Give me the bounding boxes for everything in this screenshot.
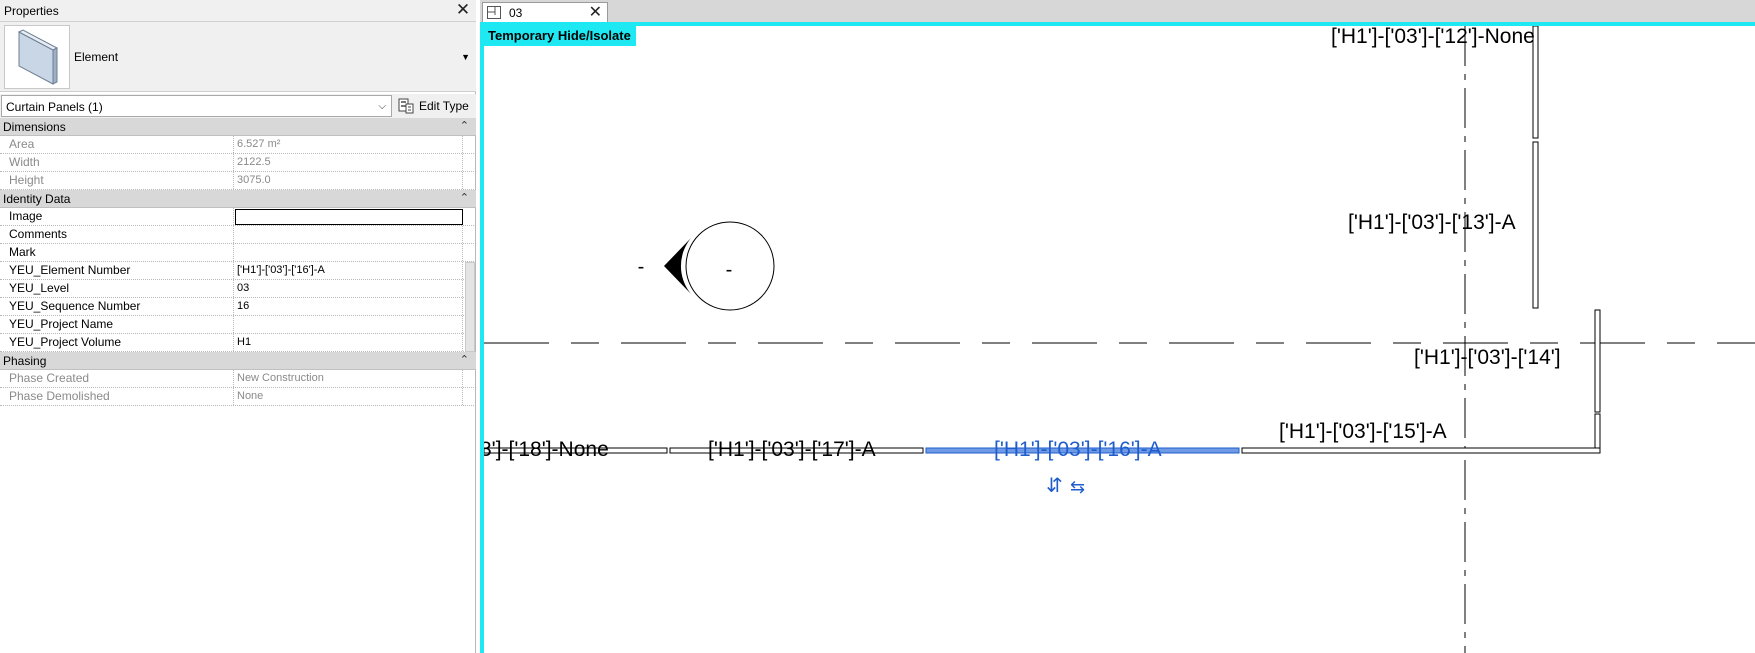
property-name: YEU_Level xyxy=(0,280,234,297)
property-row-sequence-number: YEU_Sequence Number 16 xyxy=(0,298,476,316)
tag-panel-13[interactable]: ['H1']-['03']-['13']-A xyxy=(1348,211,1516,234)
property-name: Area xyxy=(0,136,234,153)
collapse-icon[interactable]: ⌃ xyxy=(460,119,469,132)
edit-type-icon xyxy=(398,98,414,114)
view-tab-03[interactable]: 03 ✕ xyxy=(482,2,608,22)
property-row-image: Image xyxy=(0,208,476,226)
type-name: Element xyxy=(74,50,119,64)
filter-row: Curtain Panels (1) ⌵ Edit Type xyxy=(0,94,476,118)
group-label: Phasing xyxy=(3,354,47,368)
curtain-panel-14[interactable] xyxy=(1594,309,1601,413)
property-row-mark: Mark xyxy=(0,244,476,262)
property-name: Height xyxy=(0,172,234,189)
property-row-height: Height 3075.0 xyxy=(0,172,476,190)
property-row-level: YEU_Level 03 xyxy=(0,280,476,298)
tag-panel-17[interactable]: ['H1']-['03']-['17']-A xyxy=(708,438,876,461)
collapse-icon[interactable]: ⌃ xyxy=(460,353,469,366)
image-field[interactable] xyxy=(235,209,463,225)
drawing-canvas[interactable]: - - ['H1']-['03']-['12']-None ['H1']-['0… xyxy=(484,26,1755,653)
property-row-element-number: YEU_Element Number ['H1']-['03']-['16']-… xyxy=(0,262,476,280)
elevation-mark[interactable]: - - xyxy=(638,221,775,311)
comments-field[interactable] xyxy=(235,226,463,243)
elevation-mark-inner-text: - xyxy=(726,259,733,281)
property-value: 2122.5 xyxy=(235,154,463,171)
property-name: Mark xyxy=(0,244,234,261)
tag-panel-14[interactable]: ['H1']-['03']-['14'] xyxy=(1414,346,1561,369)
property-name: Phase Created xyxy=(0,370,234,387)
properties-title: Properties xyxy=(4,4,59,18)
property-row-phase-created: Phase Created New Construction xyxy=(0,370,476,388)
type-dropdown-arrow-icon[interactable]: ▼ xyxy=(461,52,470,62)
tag-panel-15[interactable]: ['H1']-['03']-['15']-A xyxy=(1279,420,1447,443)
project-volume-field[interactable]: H1 xyxy=(235,334,463,351)
properties-scrollbar[interactable] xyxy=(465,262,475,352)
level-field[interactable]: 03 xyxy=(235,280,463,297)
flip-vertical-icon[interactable]: ⇵ xyxy=(1046,475,1063,497)
collapse-icon[interactable]: ⌃ xyxy=(460,191,469,204)
property-value: 6.527 m² xyxy=(235,136,463,153)
property-row-comments: Comments xyxy=(0,226,476,244)
floor-plan-icon xyxy=(487,6,501,19)
tag-panel-12[interactable]: ['H1']-['03']-['12']-None xyxy=(1331,26,1535,48)
properties-title-bar: Properties ✕ xyxy=(0,0,476,22)
property-name: YEU_Element Number xyxy=(0,262,234,279)
property-value: New Construction xyxy=(235,370,463,387)
drawing-area[interactable]: - - ['H1']-['03']-['12']-None ['H1']-['0… xyxy=(480,22,1755,653)
project-name-field[interactable] xyxy=(235,316,463,333)
property-name: Image xyxy=(0,208,234,225)
property-row-area: Area 6.527 m² xyxy=(0,136,476,154)
group-label: Dimensions xyxy=(3,120,66,134)
properties-palette: Properties ✕ Element ▼ Curtain Panels (1… xyxy=(0,0,476,653)
property-row-project-name: YEU_Project Name xyxy=(0,316,476,334)
property-value: 3075.0 xyxy=(235,172,463,189)
group-dimensions[interactable]: Dimensions ⌃ xyxy=(0,118,476,136)
curtain-panel-15[interactable] xyxy=(1241,447,1601,454)
group-label: Identity Data xyxy=(3,192,71,206)
view-tab-bar: 03 ✕ xyxy=(480,0,1755,22)
property-row-project-volume: YEU_Project Volume H1 xyxy=(0,334,476,352)
property-name: Width xyxy=(0,154,234,171)
curtain-panel-13[interactable] xyxy=(1532,141,1539,309)
flip-horizontal-icon[interactable]: ⇆ xyxy=(1070,477,1085,497)
close-tab-icon[interactable]: ✕ xyxy=(589,2,602,22)
property-name: Comments xyxy=(0,226,234,243)
chevron-down-icon: ⌵ xyxy=(378,101,386,112)
group-identity-data[interactable]: Identity Data ⌃ xyxy=(0,190,476,208)
property-name: Phase Demolished xyxy=(0,388,234,405)
curtain-panel-corner[interactable] xyxy=(1594,413,1601,453)
property-name: YEU_Project Volume xyxy=(0,334,234,351)
tag-panel-16[interactable]: ['H1']-['03']-['16']-A xyxy=(994,438,1162,461)
property-name: YEU_Sequence Number xyxy=(0,298,234,315)
properties-grid: Dimensions ⌃ Area 6.527 m² Width 2122.5 … xyxy=(0,118,476,406)
view-tab-label: 03 xyxy=(509,6,523,20)
type-selector[interactable]: Element ▼ xyxy=(0,22,476,92)
property-row-width: Width 2122.5 xyxy=(0,154,476,172)
group-phasing[interactable]: Phasing ⌃ xyxy=(0,352,476,370)
edit-type-button[interactable]: Edit Type xyxy=(396,95,474,117)
close-icon[interactable]: ✕ xyxy=(454,1,472,19)
sequence-number-field[interactable]: 16 xyxy=(235,298,463,315)
curtain-panel-thumbnail-icon xyxy=(4,25,70,89)
element-filter-select[interactable]: Curtain Panels (1) ⌵ xyxy=(1,95,392,117)
mark-field[interactable] xyxy=(235,244,463,261)
edit-type-label: Edit Type xyxy=(419,99,469,113)
tag-panel-18[interactable]: 3']-['18']-None xyxy=(484,438,609,461)
property-row-phase-demolished: Phase Demolished None xyxy=(0,388,476,406)
property-name: YEU_Project Name xyxy=(0,316,234,333)
element-number-field[interactable]: ['H1']-['03']-['16']-A xyxy=(235,262,463,279)
temporary-hide-isolate-badge[interactable]: Temporary Hide/Isolate xyxy=(484,26,636,46)
elevation-mark-left-text: - xyxy=(638,256,645,278)
property-value: None xyxy=(235,388,463,405)
filter-value: Curtain Panels (1) xyxy=(6,100,103,114)
